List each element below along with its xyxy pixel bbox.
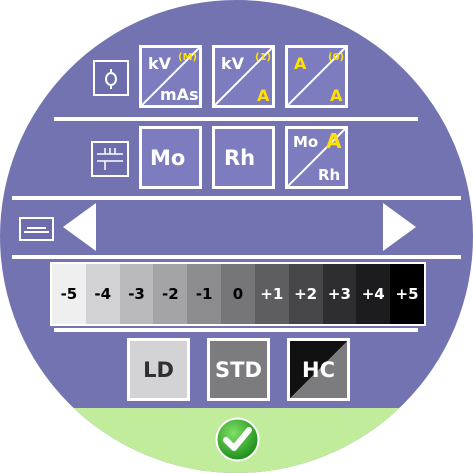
density-step[interactable]: +1 [254,264,289,324]
auto-label: A [330,86,343,105]
density-step-label: +5 [395,285,419,303]
auto-label: A [294,54,307,73]
density-step[interactable]: +4 [356,264,391,324]
density-step-label: -5 [60,285,78,303]
std-mode-button[interactable]: STD [207,338,270,401]
mode-tag: (M) [178,52,198,63]
mo-label: Mo [293,133,319,151]
checkmark-icon [215,417,260,462]
exposure-control-icon [105,69,117,89]
kv-label: kV [221,54,245,73]
density-step-label: -1 [195,285,213,303]
kv-mas-mode-button[interactable]: kV (M) mAs [139,45,202,108]
hc-label: HC [302,357,335,382]
mo-filter-button[interactable]: Mo [139,126,202,189]
separator [12,196,461,200]
exposure-control-button[interactable] [93,60,129,96]
density-step-label: -4 [94,285,112,303]
ld-label: LD [143,357,174,382]
mo-label: Mo [150,146,186,170]
density-scale: -5 -4 -3 -2 -1 0 +1 +2 +3 +4 +5 [50,262,426,326]
density-step[interactable]: +5 [390,264,424,324]
density-step[interactable]: -5 [52,264,86,324]
auto-filter-button[interactable]: Mo A Rh [285,126,348,189]
density-step[interactable]: +2 [288,264,323,324]
density-step-label: -2 [162,285,179,303]
right-arrow-icon[interactable] [383,203,416,251]
density-step[interactable]: -2 [153,264,188,324]
density-step[interactable]: -3 [119,264,154,324]
filter-track-button[interactable] [91,141,129,177]
density-step-label: +3 [327,285,351,303]
separator [54,328,418,332]
density-step[interactable]: -4 [85,264,120,324]
density-step-label: +2 [294,285,318,303]
kv-label: kV [148,54,172,73]
hc-mode-button[interactable]: HC [287,338,350,401]
density-step[interactable]: -1 [187,264,222,324]
mode-tag: (1) [255,52,272,63]
confirm-button[interactable] [215,417,260,462]
density-step[interactable]: 0 [221,264,255,324]
ld-mode-button[interactable]: LD [127,338,190,401]
compression-plate-button[interactable] [19,217,54,241]
auto-label: A [257,86,270,105]
std-label: STD [215,357,262,382]
rh-filter-button[interactable]: Rh [212,126,275,189]
rh-label: Rh [318,166,341,184]
control-dial: kV (M) mAs kV (1) A A (0) A Mo Rh Mo A R… [0,0,473,473]
a-a-mode-button[interactable]: A (0) A [285,45,348,108]
separator [12,255,461,259]
kv-a-mode-button[interactable]: kV (1) A [212,45,275,108]
filter-track-icon [97,148,123,170]
density-step-label: +4 [361,285,385,303]
separator [54,117,418,121]
auto-label: A [326,129,342,153]
density-step-label: -3 [128,285,145,303]
mas-label: mAs [160,85,199,104]
density-step-label: 0 [232,285,244,303]
rh-label: Rh [224,146,256,170]
density-step[interactable]: +3 [322,264,357,324]
mode-tag: (0) [328,52,345,63]
left-arrow-icon[interactable] [63,203,96,251]
compression-plate-icon [24,227,49,233]
density-step-label: +1 [260,285,284,303]
